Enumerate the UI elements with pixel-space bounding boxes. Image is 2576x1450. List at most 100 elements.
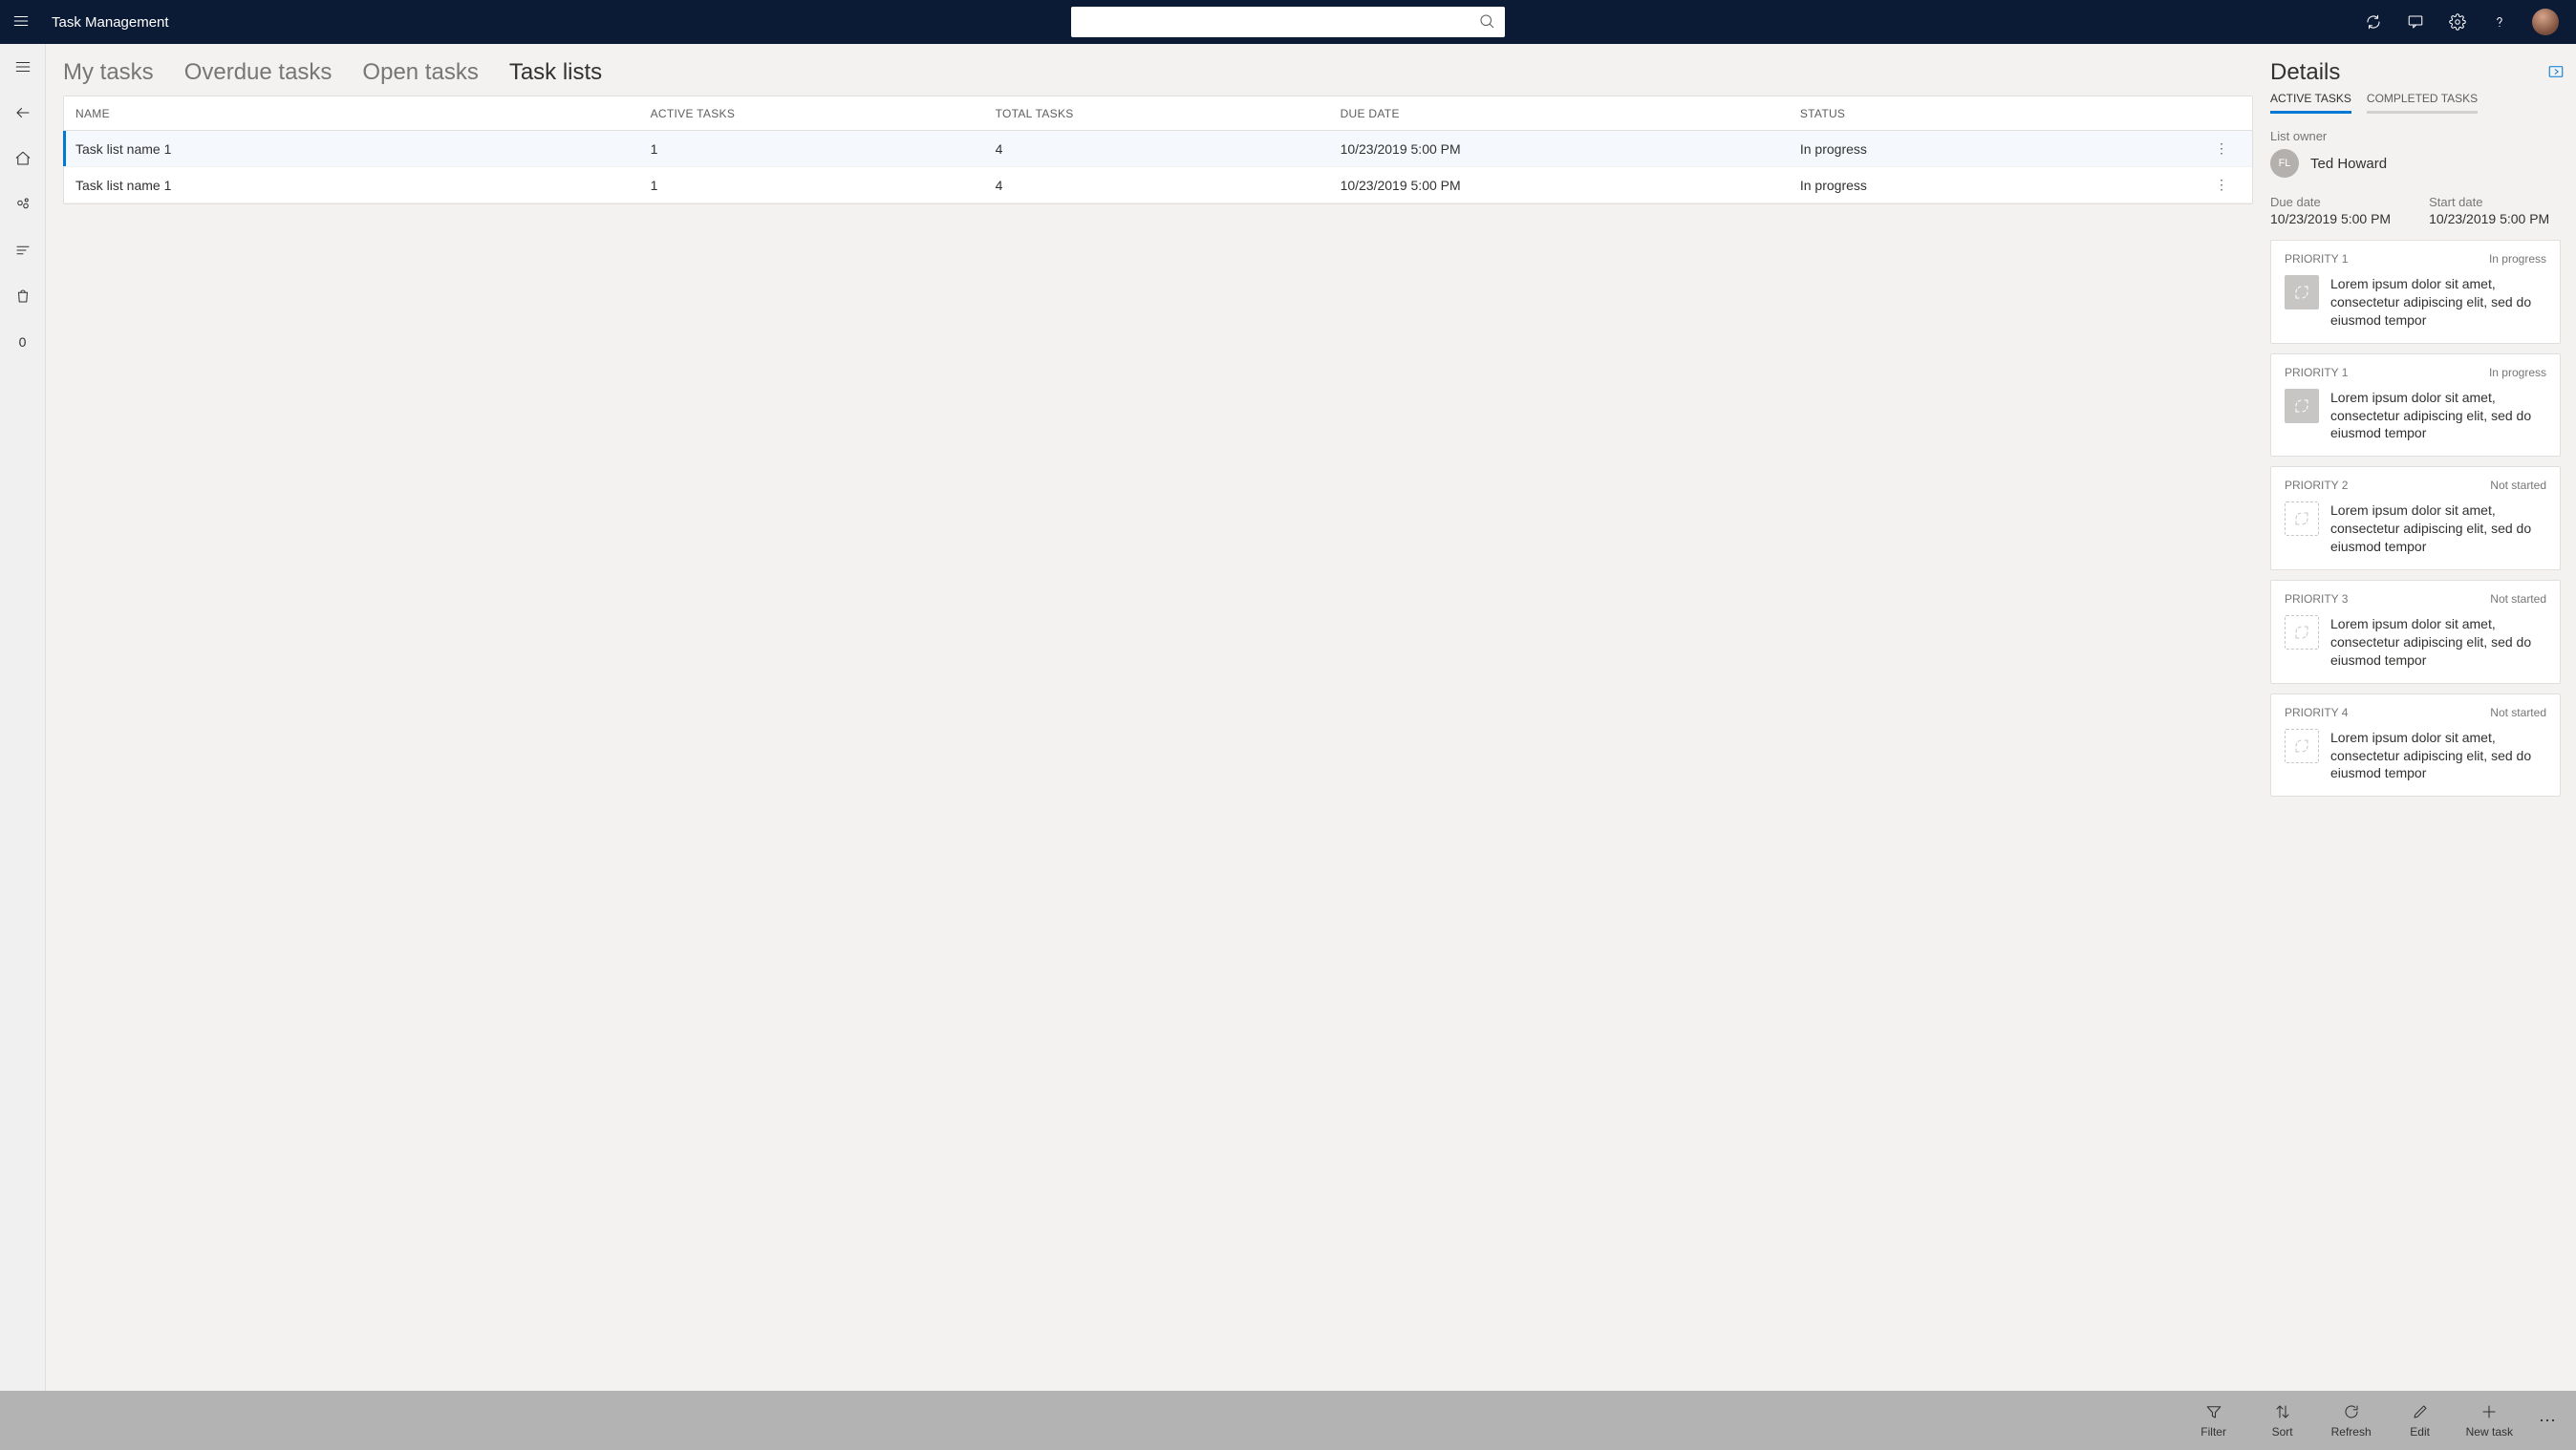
table-header: NAME ACTIVE TASKS TOTAL TASKS DUE DATE S… [64,96,2252,131]
cell-name: Task list name 1 [75,141,651,157]
app-title: Task Management [52,14,169,31]
cell-due: 10/23/2019 5:00 PM [1341,178,1800,193]
task-card[interactable]: PRIORITY 2 Not started Lorem ipsum dolor s… [2270,466,2561,570]
new-task-button[interactable]: New task [2466,1402,2513,1439]
search-box[interactable] [1071,7,1505,37]
overflow-icon[interactable]: ⋯ [2536,1411,2559,1431]
row-more-icon[interactable]: ⋮ [2202,177,2241,193]
nav-hamburger-icon[interactable] [0,55,46,78]
card-thumb-icon [2285,615,2319,650]
table-row[interactable]: Task list name 11410/23/2019 5:00 PMIn p… [64,167,2252,203]
start-date-label: Start date [2429,195,2549,209]
col-status[interactable]: STATUS [1800,107,2202,120]
nav-shopping-icon[interactable] [0,285,46,308]
owner-label: List owner [2270,129,2565,143]
card-thumb-icon [2285,275,2319,309]
card-priority: PRIORITY 1 [2285,252,2348,266]
due-date-value: 10/23/2019 5:00 PM [2270,211,2391,226]
col-total-tasks[interactable]: TOTAL TASKS [996,107,1341,120]
search-wrap [1071,7,1505,37]
tab-my-tasks[interactable]: My tasks [63,59,154,86]
new-task-label: New task [2466,1425,2513,1439]
tabs: My tasks Overdue tasks Open tasks Task list… [63,44,2270,96]
card-priority: PRIORITY 3 [2285,592,2348,606]
col-name[interactable]: NAME [75,107,651,120]
nav-list-icon[interactable] [0,239,46,262]
filter-icon [2205,1402,2222,1421]
card-thumb-icon [2285,501,2319,536]
sort-icon [2274,1402,2291,1421]
refresh-button[interactable]: Refresh [2329,1402,2374,1439]
tab-open-tasks[interactable]: Open tasks [362,59,478,86]
task-card[interactable]: PRIORITY 1 In progress Lorem ipsum dolor s… [2270,353,2561,458]
details-tab-active-tasks[interactable]: ACTIVE TASKS [2270,92,2351,114]
nav-back-icon[interactable] [0,101,46,124]
card-status: Not started [2490,479,2546,492]
card-description: Lorem ipsum dolor sit amet, consectetur … [2330,389,2546,443]
col-active-tasks[interactable]: ACTIVE TASKS [651,107,996,120]
user-avatar[interactable] [2532,9,2559,35]
cell-due: 10/23/2019 5:00 PM [1341,141,1800,157]
sort-button[interactable]: Sort [2260,1402,2306,1439]
open-in-new-icon[interactable] [2547,63,2565,83]
search-icon [1478,12,1495,32]
topbar: Task Management [0,0,2576,44]
topbar-actions [2364,9,2559,35]
card-priority: PRIORITY 4 [2285,706,2348,719]
edit-icon [2412,1402,2429,1421]
details-panel: Details ACTIVE TASKS COMPLETED TASKS Lis… [2270,44,2576,1391]
cell-status: In progress [1800,178,2202,193]
task-list-table: NAME ACTIVE TASKS TOTAL TASKS DUE DATE S… [63,96,2253,204]
task-card[interactable]: PRIORITY 1 In progress Lorem ipsum dolor s… [2270,240,2561,344]
settings-icon[interactable] [2448,12,2467,32]
details-tabs: ACTIVE TASKS COMPLETED TASKS [2270,92,2565,114]
center-panel: My tasks Overdue tasks Open tasks Task list… [46,44,2270,1391]
card-description: Lorem ipsum dolor sit amet, consectetur … [2330,729,2546,783]
cell-total: 4 [996,141,1341,157]
help-icon[interactable] [2490,12,2509,32]
refresh-icon[interactable] [2364,12,2383,32]
owner-name: Ted Howard [2310,156,2387,172]
filter-label: Filter [2200,1425,2226,1439]
app-menu-icon[interactable] [10,12,32,32]
edit-button[interactable]: Edit [2397,1402,2443,1439]
cell-active: 1 [651,141,996,157]
filter-button[interactable]: Filter [2191,1402,2237,1439]
owner-avatar[interactable]: FL [2270,149,2299,178]
nav-count[interactable]: 0 [0,331,46,353]
chat-icon[interactable] [2406,12,2425,32]
card-description: Lorem ipsum dolor sit amet, consectetur … [2330,615,2546,670]
card-status: Not started [2490,592,2546,606]
card-priority: PRIORITY 2 [2285,479,2348,492]
card-status: Not started [2490,706,2546,719]
card-description: Lorem ipsum dolor sit amet, consectetur … [2330,275,2546,330]
table-row[interactable]: Task list name 11410/23/2019 5:00 PMIn p… [64,131,2252,167]
task-card[interactable]: PRIORITY 4 Not started Lorem ipsum dolor s… [2270,693,2561,798]
cell-total: 4 [996,178,1341,193]
card-thumb-icon [2285,729,2319,763]
nav-home-icon[interactable] [0,147,46,170]
task-card[interactable]: PRIORITY 3 Not started Lorem ipsum dolor s… [2270,580,2561,684]
row-more-icon[interactable]: ⋮ [2202,140,2241,157]
refresh-cmd-icon [2343,1402,2360,1421]
card-status: In progress [2489,252,2546,266]
tab-task-lists[interactable]: Task lists [509,59,602,86]
command-bar: Filter Sort Refresh Edit New task ⋯ [0,1391,2576,1450]
details-title: Details [2270,59,2340,86]
card-priority: PRIORITY 1 [2285,366,2348,379]
edit-label: Edit [2410,1425,2430,1439]
search-input[interactable] [1081,14,1478,30]
cell-active: 1 [651,178,996,193]
card-thumb-icon [2285,389,2319,423]
plus-icon [2480,1402,2498,1421]
card-status: In progress [2489,366,2546,379]
col-due-date[interactable]: DUE DATE [1341,107,1800,120]
start-date-value: 10/23/2019 5:00 PM [2429,211,2549,226]
refresh-label: Refresh [2331,1425,2372,1439]
due-date-label: Due date [2270,195,2391,209]
nav-activity-icon[interactable] [0,193,46,216]
tab-overdue-tasks[interactable]: Overdue tasks [184,59,333,86]
cell-status: In progress [1800,141,2202,157]
card-description: Lorem ipsum dolor sit amet, consectetur … [2330,501,2546,556]
details-tab-completed-tasks[interactable]: COMPLETED TASKS [2367,92,2478,114]
